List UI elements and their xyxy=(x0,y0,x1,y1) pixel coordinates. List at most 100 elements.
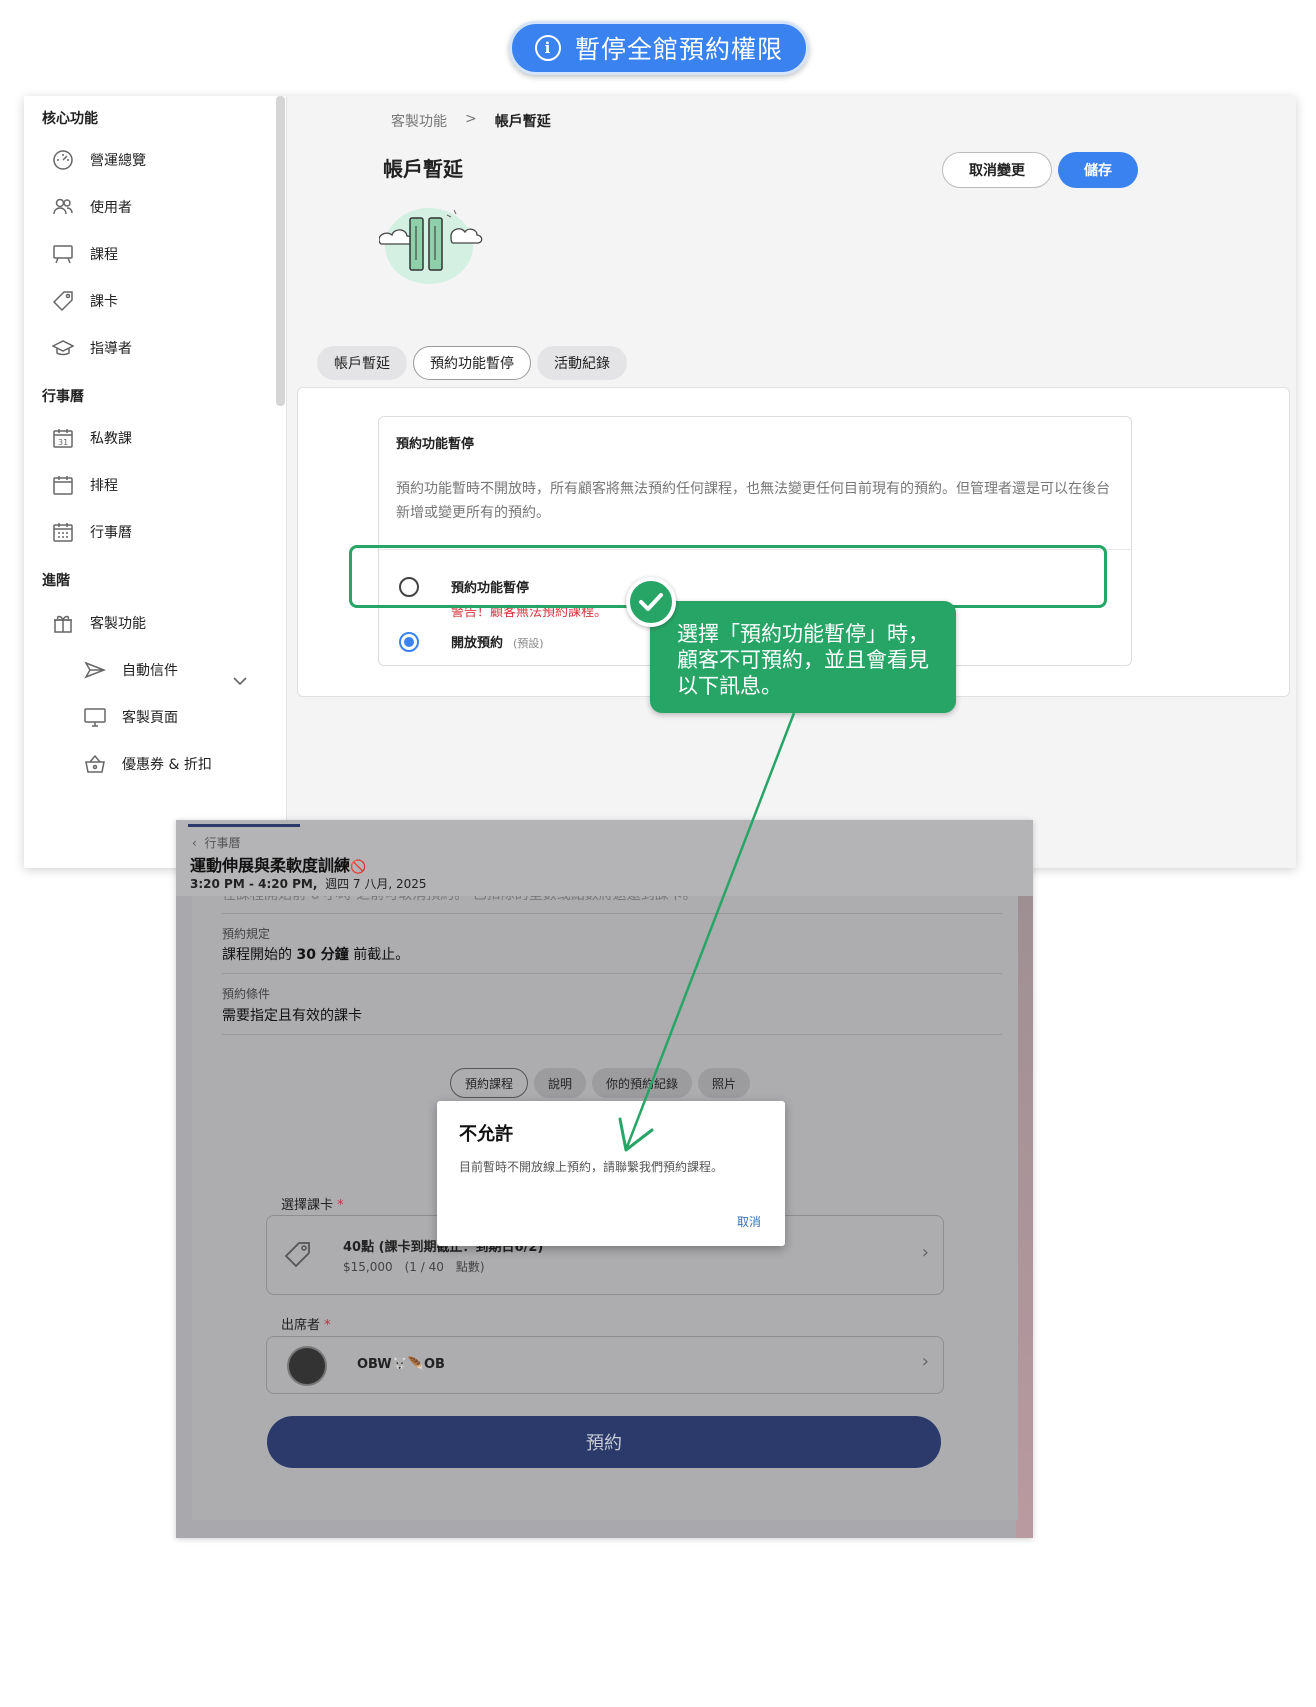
time-range: 3:20 PM - 4:20 PM, xyxy=(190,877,318,891)
dialog-cancel-button[interactable]: 取消 xyxy=(737,1213,761,1230)
tab-bar: 帳戶暫延 預約功能暫停 活動紀錄 xyxy=(317,346,627,380)
sidebar-item-label: 自動信件 xyxy=(122,663,178,679)
sidebar-item-custom-pages[interactable]: 客製頁面 xyxy=(82,704,178,730)
sidebar-scrollbar[interactable] xyxy=(276,96,285,406)
mobile-header: ‹ 行事曆 運動伸展與柔軟度訓練🚫 3:20 PM - 4:20 PM, 週四 … xyxy=(176,820,1033,896)
class-title-text: 運動伸展與柔軟度訓練 xyxy=(190,856,351,875)
sidebar-item-users[interactable]: 使用者 xyxy=(50,194,132,220)
avatar xyxy=(287,1346,327,1386)
tab-account-suspension[interactable]: 帳戶暫延 xyxy=(317,346,407,380)
tab-description[interactable]: 說明 xyxy=(534,1068,587,1098)
breadcrumb-parent[interactable]: 客製功能 xyxy=(391,111,447,131)
back-link[interactable]: ‹ 行事曆 xyxy=(192,834,240,851)
tab-activity-log[interactable]: 活動紀錄 xyxy=(537,346,627,380)
mobile-tab-bar: 預約課程 說明 你的預約紀錄 照片 xyxy=(450,1068,751,1098)
callout-note: 選擇「預約功能暫停」時，顧客不可預約，並且會看見以下訊息。 xyxy=(650,601,956,713)
radio-open-booking[interactable] xyxy=(399,632,419,652)
sidebar-item-schedule[interactable]: 排程 xyxy=(50,472,118,498)
divider xyxy=(222,913,1002,914)
sidebar-item-custom-features[interactable]: 客製功能 xyxy=(50,610,146,636)
save-button[interactable]: 儲存 xyxy=(1058,152,1138,188)
attendee-label-text: 出席者 xyxy=(281,1318,321,1333)
tag-icon xyxy=(284,1242,310,1268)
chevron-right-icon: › xyxy=(921,1351,929,1372)
dialog-message: 目前暫時不開放線上預約，請聯繫我們預約課程。 xyxy=(459,1160,724,1174)
divider xyxy=(222,1034,1002,1035)
tab-book-class[interactable]: 預約課程 xyxy=(450,1068,529,1098)
sidebar-item-label: 私教課 xyxy=(90,431,132,447)
page-title: 帳戶暫延 xyxy=(383,157,463,181)
send-icon xyxy=(82,658,108,682)
sidebar: 核心功能 營運總覽 使用者 課程 課卡 指導者 行事曆 31 私教課 排程 行事… xyxy=(24,96,287,868)
sidebar-item-label: 指導者 xyxy=(90,341,132,357)
rules-label: 預約規定 xyxy=(222,927,271,941)
chevron-down-icon[interactable] xyxy=(232,675,248,687)
attendee-label: 出席者 * xyxy=(281,1314,331,1333)
breadcrumb: 客製功能 > 帳戶暫延 xyxy=(391,111,551,131)
sidebar-item-label: 客製頁面 xyxy=(122,710,178,726)
basket-icon xyxy=(82,752,108,776)
sidebar-section-core: 核心功能 xyxy=(42,111,98,127)
attendee-name: OBW🐺🪶OB xyxy=(357,1357,445,1372)
card-label-text: 選擇課卡 xyxy=(281,1198,334,1213)
sidebar-item-label: 使用者 xyxy=(90,200,132,216)
condition-value: 需要指定且有效的課卡 xyxy=(222,1008,362,1024)
prohibited-icon: 🚫 xyxy=(350,860,367,875)
sidebar-item-overview[interactable]: 營運總覽 xyxy=(50,147,146,173)
calendar-blank-icon xyxy=(50,473,76,497)
dialog-title: 不允許 xyxy=(459,1124,513,1145)
svg-text:31: 31 xyxy=(58,438,68,447)
attendee-selector[interactable]: OBW🐺🪶OB › xyxy=(266,1336,944,1394)
gift-icon xyxy=(50,611,76,635)
sidebar-item-label: 課程 xyxy=(90,247,118,263)
banner-pill: i 暫停全館預約權限 xyxy=(509,21,809,75)
main-content: 客製功能 > 帳戶暫延 帳戶暫延 取消變更 儲存 帳戶暫延 預約功能暫停 活動紀… xyxy=(287,96,1296,868)
panel-title: 預約功能暫停 xyxy=(396,437,475,452)
required-mark: * xyxy=(337,1198,344,1213)
class-date: 週四 7 八月, 2025 xyxy=(325,877,427,891)
chevron-left-icon: ‹ xyxy=(192,836,197,850)
sidebar-item-private[interactable]: 31 私教課 xyxy=(50,425,132,451)
easel-icon xyxy=(50,242,76,266)
sidebar-item-label: 優惠券 & 折扣 xyxy=(122,757,212,773)
graduation-cap-icon xyxy=(50,336,76,360)
sidebar-item-label: 排程 xyxy=(90,478,118,494)
option-default-note: (預設) xyxy=(513,637,544,650)
condition-label: 預約條件 xyxy=(222,987,271,1001)
sidebar-item-label: 行事曆 xyxy=(90,525,132,541)
sidebar-item-calendar[interactable]: 行事曆 xyxy=(50,519,132,545)
background-strip xyxy=(1016,890,1033,1538)
checkmark-icon xyxy=(626,577,676,627)
rules-prefix: 課程開始的 xyxy=(222,947,297,963)
rules-bold: 30 分鐘 xyxy=(296,947,349,963)
sidebar-item-label: 營運總覽 xyxy=(90,153,146,169)
rules-suffix: 前截止。 xyxy=(348,947,410,963)
dashboard-gauge-icon xyxy=(50,148,76,172)
pause-cloud-illustration xyxy=(379,208,483,284)
book-button[interactable]: 預約 xyxy=(267,1416,941,1468)
sidebar-item-instructors[interactable]: 指導者 xyxy=(50,335,132,361)
tag-icon xyxy=(50,289,76,313)
option-open-booking[interactable]: 開放預約 (預設) xyxy=(399,632,544,652)
card-price: $15,000 (1 / 40 點數) xyxy=(343,1260,485,1274)
not-allowed-dialog: 不允許 目前暫時不開放線上預約，請聯繫我們預約課程。 取消 xyxy=(437,1101,785,1246)
class-title: 運動伸展與柔軟度訓練🚫 xyxy=(190,852,366,876)
sidebar-item-label: 課卡 xyxy=(90,294,118,310)
highlight-box xyxy=(349,545,1107,608)
sidebar-item-coupons[interactable]: 優惠券 & 折扣 xyxy=(82,751,212,777)
option-label: 開放預約 xyxy=(451,636,504,651)
tab-photos[interactable]: 照片 xyxy=(698,1068,751,1098)
tab-booking-history[interactable]: 你的預約紀錄 xyxy=(592,1068,693,1098)
sidebar-item-class-cards[interactable]: 課卡 xyxy=(50,288,118,314)
calendar-31-icon: 31 xyxy=(50,426,76,450)
cancel-changes-button[interactable]: 取消變更 xyxy=(942,152,1052,188)
tab-booking-suspension[interactable]: 預約功能暫停 xyxy=(413,346,531,380)
progress-bar xyxy=(188,824,300,827)
rules-value: 課程開始的 30 分鐘 前截止。 xyxy=(222,944,409,964)
class-time: 3:20 PM - 4:20 PM, 週四 7 八月, 2025 xyxy=(190,875,427,892)
breadcrumb-separator: > xyxy=(465,111,477,127)
sidebar-item-classes[interactable]: 課程 xyxy=(50,241,118,267)
chevron-right-icon: › xyxy=(921,1242,929,1263)
sidebar-item-auto-email[interactable]: 自動信件 xyxy=(82,657,178,683)
admin-panel: 核心功能 營運總覽 使用者 課程 課卡 指導者 行事曆 31 私教課 排程 行事… xyxy=(24,96,1296,868)
